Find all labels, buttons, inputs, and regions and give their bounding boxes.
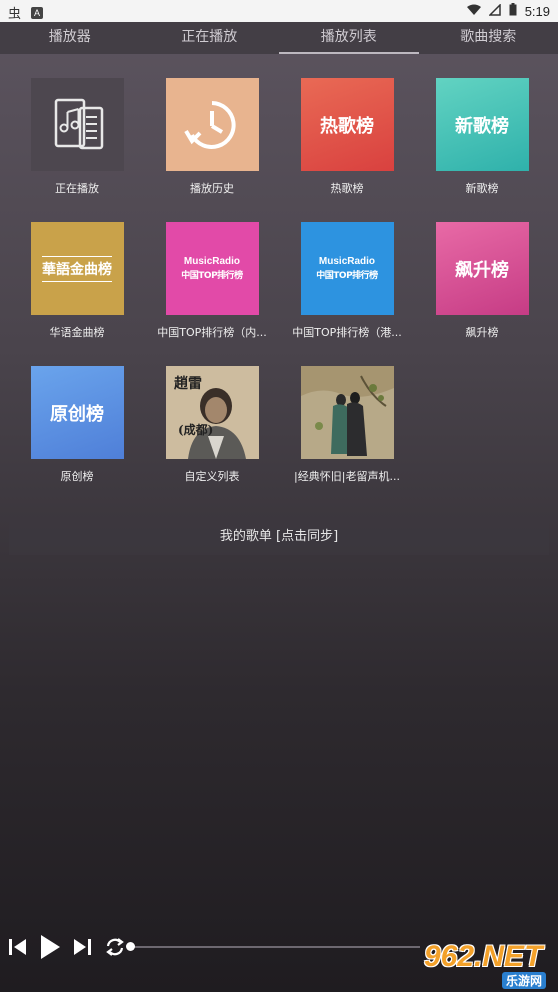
seek-bar[interactable] [130,946,420,948]
playlist-tile-original[interactable]: 原创榜 原创榜 [10,366,144,484]
history-clock-icon [165,78,259,171]
playlist-cover: 原创榜 [30,366,124,459]
playlist-tile-china-top-mainland[interactable]: MusicRadio 中国TOP排行榜 中国TOP排行榜（内... [145,222,279,340]
playlist-title: 华语金曲榜 [49,326,105,339]
cover-text: 原创榜 [50,403,104,425]
playlist-cover: MusicRadio 中国TOP排行榜 [165,222,259,315]
playlist-title: 热歌榜 [330,182,364,195]
playlist-tile-now-playing[interactable]: 正在播放 [10,78,144,196]
play-button[interactable] [38,933,62,961]
playlist-title: 中国TOP排行榜（内... [157,326,267,339]
playlist-cover: 新歌榜 [435,78,529,171]
tab-song-search[interactable]: 歌曲搜索 [419,22,558,54]
svg-text:(成都): (成都) [178,422,213,437]
watermark-sub: 乐游网 [501,972,546,989]
music-note-doc-icon [30,78,124,171]
tab-bar: 播放器 正在播放 播放列表 歌曲搜索 [0,22,558,54]
painting-art-image [300,366,394,459]
play-icon [41,935,60,959]
playlist-title: 中国TOP排行榜（港... [292,326,402,339]
playlist-title: 飙升榜 [465,326,499,339]
playlist-cover: 華語金曲榜 [30,222,124,315]
app-badge-icon: A [31,6,44,19]
playlist-cover: MusicRadio 中国TOP排行榜 [300,222,394,315]
cover-text: 新歌榜 [455,115,509,137]
cover-text: 热歌榜 [320,115,374,137]
playlist-title: 原创榜 [60,470,94,483]
player-controls [6,932,126,962]
previous-button[interactable] [6,936,28,958]
playlist-tile-new[interactable]: 新歌榜 新歌榜 [415,78,549,196]
skip-previous-icon [9,939,26,955]
site-watermark: 962.NET 乐游网 [424,940,552,989]
skip-next-icon [74,939,91,955]
cover-text: 中国TOP排行榜 [316,271,378,281]
cover-text: 中国TOP排行榜 [181,271,243,281]
next-button[interactable] [72,936,94,958]
signal-icon [487,2,501,19]
playlist-title: 自定义列表 [184,470,240,483]
playlist-tile-history[interactable]: 播放历史 [145,78,279,196]
playlist-title: 新歌榜 [465,182,499,195]
playlist-tile-chinese-gold[interactable]: 華語金曲榜 华语金曲榜 [10,222,144,340]
tab-playlists[interactable]: 播放列表 [279,22,419,54]
tab-player[interactable]: 播放器 [0,22,140,54]
battery-icon [509,3,517,19]
wifi-icon [466,4,481,19]
playlist-tile-custom[interactable]: 趙雷 (成都) 自定义列表 [145,366,279,484]
playlist-tile-rising[interactable]: 飙升榜 飙升榜 [415,222,549,340]
playlist-cover: 热歌榜 [300,78,394,171]
cover-text: 華語金曲榜 [42,255,112,282]
status-bar: 虫 A 5:19 [0,0,558,22]
playlist-cover: 飙升榜 [435,222,529,315]
svg-text:趙雷: 趙雷 [174,375,202,392]
repeat-button[interactable] [104,936,126,958]
artist-photo-image: 趙雷 (成都) [165,366,259,459]
clock-time: 5:19 [524,3,550,19]
my-playlist-sync-button[interactable]: 我的歌单 [点击同步] [9,519,549,555]
repeat-icon [106,938,124,956]
playlist-tile-classic[interactable]: |经典怀旧|老留声机... [280,366,414,484]
playlist-title: 正在播放 [55,182,99,195]
brand-text: MusicRadio [318,256,376,267]
playlist-tile-china-top-hk[interactable]: MusicRadio 中国TOP排行榜 中国TOP排行榜（港... [280,222,414,340]
seek-knob[interactable] [126,942,135,951]
playlist-title: 播放历史 [190,182,234,195]
notification-icon: 虫 [8,6,22,21]
brand-text: MusicRadio [183,256,241,267]
cover-text: 飙升榜 [455,259,509,281]
tab-now-playing[interactable]: 正在播放 [140,22,280,54]
playlist-title: |经典怀旧|老留声机... [294,470,400,483]
playlist-tile-hot[interactable]: 热歌榜 热歌榜 [280,78,414,196]
watermark-logo: 962.NET [424,940,543,973]
